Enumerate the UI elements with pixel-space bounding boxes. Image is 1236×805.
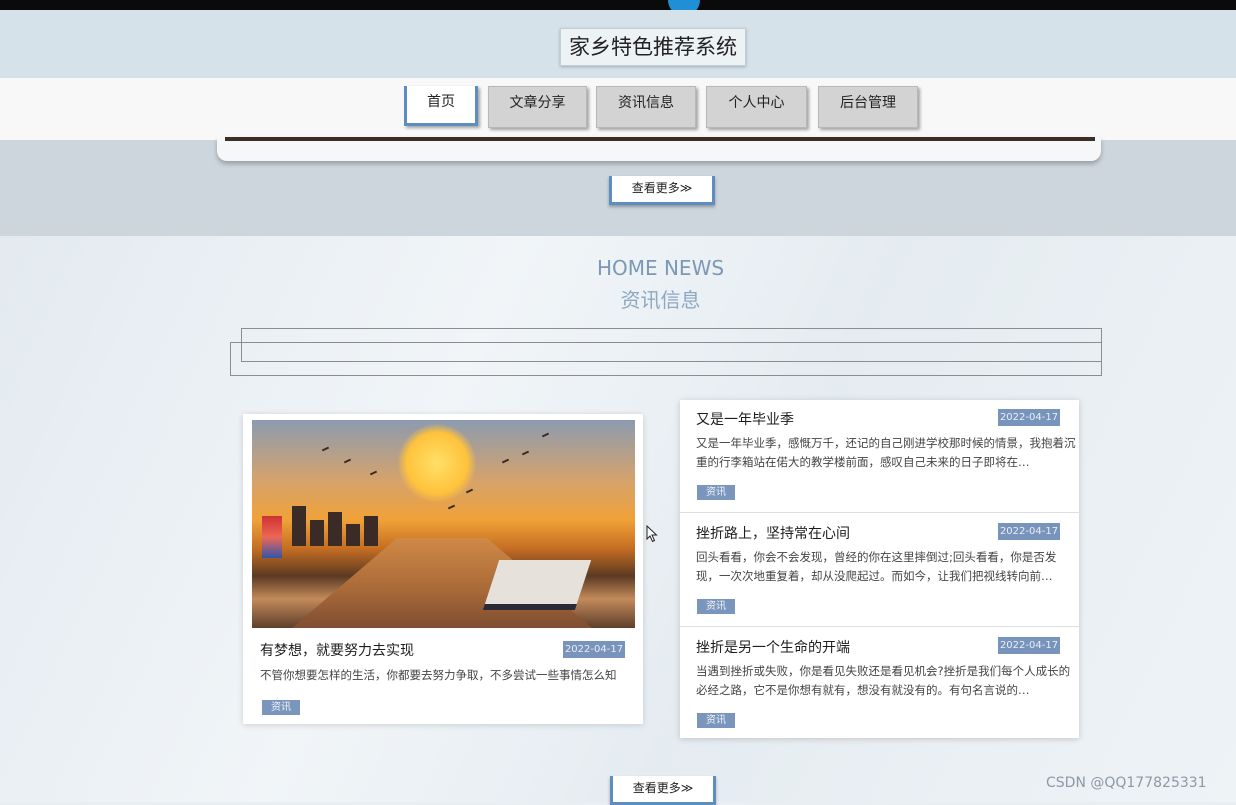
- news-item-desc: 又是一年毕业季，感慨万千，还记的自己刚进学校那时候的情景，我抱着沉重的行李箱站在…: [696, 436, 1076, 469]
- nav-item-admin[interactable]: 后台管理: [818, 86, 918, 128]
- featured-news-image[interactable]: [252, 420, 635, 628]
- main-nav: 首页 文章分享 资讯信息 个人中心 后台管理: [0, 78, 1236, 141]
- list-item[interactable]: 又是一年毕业季 2022-04-17 又是一年毕业季，感慨万千，还记的自己刚进学…: [680, 400, 1079, 513]
- news-list: 又是一年毕业季 2022-04-17 又是一年毕业季，感慨万千，还记的自己刚进学…: [680, 400, 1079, 738]
- list-item[interactable]: 挫折是另一个生命的开端 2022-04-17 当遇到挫折或失败，你是看见失败还是…: [680, 628, 1079, 740]
- banner-frame: [217, 137, 1101, 161]
- news-item-tag[interactable]: 资讯: [697, 713, 735, 728]
- featured-news-date: 2022-04-17: [563, 641, 625, 658]
- city-building: [364, 516, 378, 546]
- top-bar: [0, 0, 1236, 16]
- list-item[interactable]: 挫折路上，坚持常在心间 2022-04-17 回头看看，你会不会发现，曾经的你在…: [680, 514, 1079, 627]
- decor-frame-bottom: [230, 342, 1102, 376]
- banner-section: 查看更多≫: [0, 137, 1236, 236]
- bird-icon: [369, 470, 378, 476]
- bird-icon: [447, 504, 456, 510]
- news-item-desc: 当遇到挫折或失败，你是看见失败还是看见机会?挫折是我们每个人成长的必经之路，它不…: [696, 664, 1071, 697]
- news-item-desc: 回头看看，你会不会发现，曾经的你在这里摔倒过;回头看看，你是否发现，一次次地重复…: [696, 550, 1057, 583]
- watermark: CSDN @QQ177825331: [1046, 775, 1207, 791]
- city-building: [346, 524, 360, 546]
- news-item-title[interactable]: 挫折是另一个生命的开端: [696, 637, 850, 657]
- news-item-tag[interactable]: 资讯: [697, 599, 735, 614]
- news-section: HOME NEWS 资讯信息 有梦想，就要努力去实现 2022-04-17 不管…: [0, 236, 1236, 805]
- nav-item-article-share[interactable]: 文章分享: [488, 86, 587, 128]
- site-title: 家乡特色推荐系统: [560, 28, 746, 66]
- featured-news-card[interactable]: 有梦想，就要努力去实现 2022-04-17 不管你想要怎样的生活，你都要去努力…: [243, 414, 643, 724]
- news-item-title[interactable]: 又是一年毕业季: [696, 409, 794, 429]
- flag-graphic: [262, 516, 282, 558]
- bird-icon: [465, 488, 474, 494]
- banner-more-button[interactable]: 查看更多≫: [609, 176, 715, 205]
- bird-icon: [501, 458, 510, 464]
- city-building: [310, 520, 324, 546]
- section-heading-cn: 资讯信息: [620, 288, 701, 312]
- news-item-tag[interactable]: 资讯: [697, 485, 735, 500]
- featured-news-title[interactable]: 有梦想，就要努力去实现: [260, 640, 414, 660]
- bird-icon: [541, 432, 550, 438]
- nav-item-personal-center[interactable]: 个人中心: [706, 86, 807, 128]
- city-building: [292, 506, 306, 546]
- news-more-button[interactable]: 查看更多≫: [610, 776, 716, 805]
- news-item-date: 2022-04-17: [998, 409, 1060, 426]
- news-item-date: 2022-04-17: [998, 523, 1060, 540]
- boat-graphic: [484, 560, 592, 604]
- news-item-date: 2022-04-17: [998, 637, 1060, 654]
- featured-news-tag[interactable]: 资讯: [262, 700, 300, 715]
- banner-image-strip: [225, 137, 1095, 141]
- nav-item-news-info[interactable]: 资讯信息: [596, 86, 696, 128]
- nav-item-home[interactable]: 首页: [404, 86, 478, 126]
- section-heading-en: HOME NEWS: [596, 256, 725, 280]
- sun-graphic: [398, 424, 476, 502]
- news-item-title[interactable]: 挫折路上，坚持常在心间: [696, 523, 850, 543]
- bird-icon: [521, 450, 530, 456]
- site-header: 家乡特色推荐系统: [0, 10, 1236, 78]
- bird-icon: [321, 446, 330, 452]
- bird-icon: [343, 458, 352, 464]
- city-building: [328, 512, 342, 546]
- featured-news-desc: 不管你想要怎样的生活，你都要去努力争取，不多尝试一些事情怎么知: [260, 668, 617, 682]
